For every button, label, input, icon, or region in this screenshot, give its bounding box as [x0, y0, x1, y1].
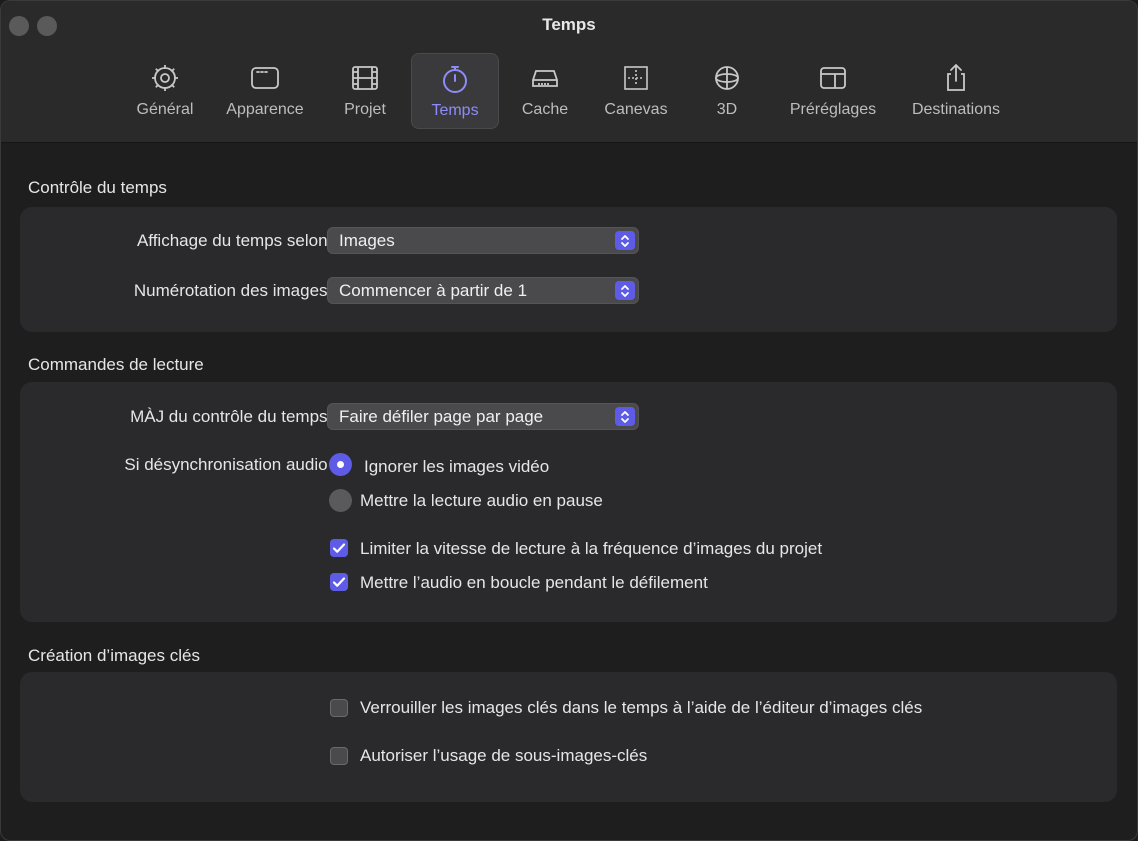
radio-pause-audio[interactable]	[329, 489, 352, 512]
preferences-tabs: Général Apparence Projet Temps Cache Can…	[1, 53, 1137, 129]
tab-label: Général	[136, 101, 194, 118]
frame-numbering-label: Numérotation des images :	[133, 281, 337, 300]
tab-canvas[interactable]: Canevas	[593, 53, 679, 129]
audio-desync-label: Si désynchronisation audio :	[124, 455, 337, 474]
tab-time[interactable]: Temps	[411, 53, 499, 129]
tab-label: Canevas	[604, 101, 668, 118]
section-title-time-control: Contrôle du temps	[28, 178, 167, 197]
radio-skip-frames-label: Ignorer les images vidéo	[364, 457, 550, 476]
toolbar: Temps Général Apparence Projet Temps Cac…	[1, 1, 1137, 143]
tab-label: Projet	[344, 101, 386, 118]
playback-group: MÀJ du contrôle du temps : Faire défiler…	[20, 382, 1117, 622]
frame-numbering-popup[interactable]: Commencer à partir de 1	[327, 277, 639, 304]
window-icon	[247, 60, 283, 96]
checkbox-limit-playback[interactable]	[330, 539, 348, 557]
chevron-up-down-icon	[615, 231, 635, 250]
tab-3d[interactable]: 3D	[699, 53, 755, 129]
radio-skip-frames[interactable]	[329, 453, 352, 476]
checkbox-sub-keyframes-label: Autoriser l’usage de sous-images-clés	[360, 746, 648, 765]
time-display-popup[interactable]: Images	[327, 227, 639, 254]
presets-icon	[815, 60, 851, 96]
tab-general[interactable]: Général	[127, 53, 203, 129]
chevron-up-down-icon	[615, 281, 635, 300]
chevron-up-down-icon	[615, 407, 635, 426]
checkbox-loop-audio-label: Mettre l’audio en boucle pendant le défi…	[360, 573, 708, 592]
tab-label: Apparence	[226, 101, 304, 118]
stopwatch-icon	[437, 61, 473, 97]
checkbox-limit-playback-label: Limiter la vitesse de lecture à la fréqu…	[360, 539, 823, 558]
popup-value: Commencer à partir de 1	[339, 280, 528, 300]
time-control-group: Affichage du temps selon : Images Numéro…	[20, 207, 1117, 332]
checkbox-lock-keyframes-label: Verrouiller les images clés dans le temp…	[360, 698, 923, 717]
checkmark-icon	[332, 577, 346, 587]
popup-value: Faire défiler page par page	[339, 406, 544, 426]
time-display-label: Affichage du temps selon :	[136, 231, 337, 250]
section-title-keyframes: Création d’images clés	[28, 646, 200, 665]
timeline-update-popup[interactable]: Faire défiler page par page	[327, 403, 639, 430]
timeline-update-label: MÀJ du contrôle du temps :	[130, 407, 337, 426]
window-title: Temps	[542, 15, 596, 34]
checkmark-icon	[332, 543, 346, 553]
tab-label: Destinations	[911, 101, 1001, 118]
popup-value: Images	[339, 230, 395, 250]
section-title-playback: Commandes de lecture	[28, 355, 204, 374]
radio-pause-audio-label: Mettre la lecture audio en pause	[360, 491, 603, 510]
tab-appearance[interactable]: Apparence	[214, 53, 316, 129]
drive-icon	[527, 60, 563, 96]
tab-label: Temps	[431, 102, 479, 119]
film-icon	[347, 60, 383, 96]
tab-project[interactable]: Projet	[330, 53, 400, 129]
checkbox-sub-keyframes[interactable]	[330, 747, 348, 765]
tab-label: 3D	[716, 101, 738, 118]
checkbox-loop-audio[interactable]	[330, 573, 348, 591]
checkbox-lock-keyframes[interactable]	[330, 699, 348, 717]
tab-destinations[interactable]: Destinations	[899, 53, 1013, 129]
keyframes-group: Verrouiller les images clés dans le temp…	[20, 672, 1117, 802]
tab-label: Cache	[521, 101, 569, 118]
tab-cache[interactable]: Cache	[511, 53, 579, 129]
preferences-window: Temps Général Apparence Projet Temps Cac…	[0, 0, 1138, 841]
share-icon	[938, 60, 974, 96]
sphere-icon	[709, 60, 745, 96]
gear-icon	[147, 60, 183, 96]
canvas-grid-icon	[618, 60, 654, 96]
tab-presets[interactable]: Préréglages	[777, 53, 889, 129]
tab-label: Préréglages	[789, 101, 877, 118]
